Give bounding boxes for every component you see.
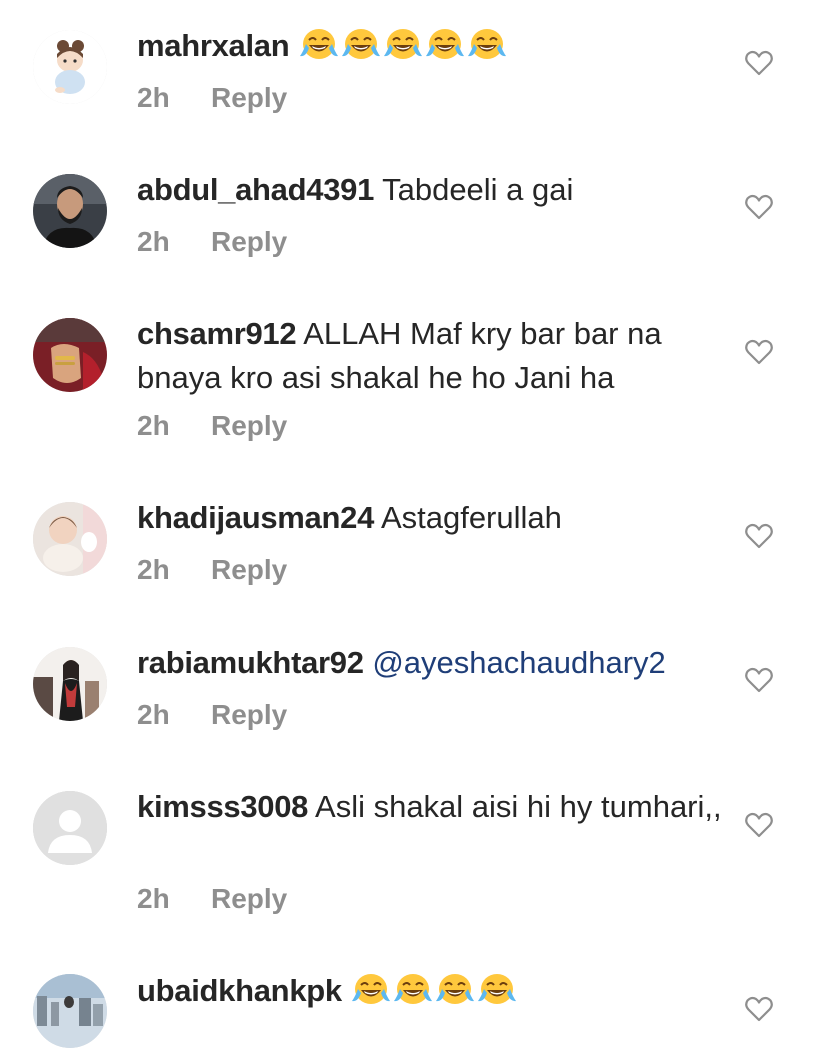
face-with-tears-of-joy-icon	[434, 971, 476, 1007]
comment-username[interactable]: rabiamukhtar92	[137, 645, 364, 680]
face-with-tears-of-joy-icon	[424, 26, 466, 62]
comment-text: ubaidkhankpk	[137, 969, 727, 1013]
default-user-avatar-icon	[33, 791, 107, 865]
comment-body: Asli shakal aisi hi hy tumhari,,	[315, 789, 722, 824]
comment-text: chsamr912 ALLAH Maf kry bar bar na bnaya…	[137, 312, 727, 400]
reply-button[interactable]: Reply	[211, 226, 287, 258]
reply-button[interactable]: Reply	[211, 883, 287, 915]
user-avatar[interactable]	[33, 174, 107, 248]
heart-outline-icon[interactable]	[745, 667, 773, 693]
comment-username[interactable]: khadijausman24	[137, 500, 374, 535]
emoji-row	[298, 28, 508, 63]
reply-button[interactable]: Reply	[211, 410, 287, 442]
man-photo-avatar-icon	[33, 174, 107, 248]
comment-timestamp: 2h	[137, 699, 170, 730]
comment-timestamp: 2h	[137, 554, 170, 585]
comment-username[interactable]: mahrxalan	[137, 28, 290, 63]
heart-outline-icon[interactable]	[745, 194, 773, 220]
heart-outline-icon[interactable]	[745, 523, 773, 549]
woman-photo-avatar-icon	[33, 647, 107, 721]
comment-timestamp: 2h	[137, 82, 170, 113]
baby-photo-avatar-icon	[33, 502, 107, 576]
face-with-tears-of-joy-icon	[298, 26, 340, 62]
heart-outline-icon[interactable]	[745, 339, 773, 365]
face-with-tears-of-joy-icon	[476, 971, 518, 1007]
comment-meta: 2h Reply	[137, 883, 287, 915]
heart-outline-icon[interactable]	[745, 996, 773, 1022]
comment-username[interactable]: ubaidkhankpk	[137, 973, 342, 1008]
comment-username[interactable]: kimsss3008	[137, 789, 308, 824]
reply-button[interactable]: Reply	[211, 82, 287, 114]
comment-timestamp: 2h	[137, 410, 170, 441]
user-avatar[interactable]	[33, 647, 107, 721]
comment-meta: 2h Reply	[137, 226, 287, 258]
comment-meta: 2h Reply	[137, 554, 287, 586]
comment-text: mahrxalan	[137, 24, 727, 68]
face-with-tears-of-joy-icon	[340, 26, 382, 62]
cartoon-baby-avatar-icon	[33, 30, 107, 104]
user-mention-link[interactable]: @ayeshachaudhary2	[372, 645, 665, 680]
comment-meta: 2h Reply	[137, 410, 287, 442]
user-avatar[interactable]	[33, 502, 107, 576]
comment-meta: 2h Reply	[137, 699, 287, 731]
face-with-tears-of-joy-icon	[392, 971, 434, 1007]
comment-body: Tabdeeli a gai	[382, 172, 574, 207]
heart-outline-icon[interactable]	[745, 50, 773, 76]
comment-meta: 2h Reply	[137, 82, 287, 114]
comment-timestamp: 2h	[137, 883, 170, 914]
heart-outline-icon[interactable]	[745, 812, 773, 838]
face-with-tears-of-joy-icon	[466, 26, 508, 62]
comment-text: khadijausman24 Astagferullah	[137, 496, 727, 540]
user-avatar[interactable]	[33, 318, 107, 392]
comment-timestamp: 2h	[137, 226, 170, 257]
hand-photo-avatar-icon	[33, 318, 107, 392]
emoji-row	[350, 973, 518, 1008]
comment-username[interactable]: chsamr912	[137, 316, 297, 351]
face-with-tears-of-joy-icon	[350, 971, 392, 1007]
street-photo-avatar-icon	[33, 974, 107, 1048]
comment-text: kimsss3008 Asli shakal aisi hi hy tumhar…	[137, 785, 727, 829]
user-avatar[interactable]	[33, 30, 107, 104]
reply-button[interactable]: Reply	[211, 554, 287, 586]
comment-text: rabiamukhtar92 @ayeshachaudhary2	[137, 641, 727, 685]
face-with-tears-of-joy-icon	[382, 26, 424, 62]
comment-body: Astagferullah	[380, 500, 562, 535]
user-avatar[interactable]	[33, 974, 107, 1048]
comment-text: abdul_ahad4391 Tabdeeli a gai	[137, 168, 727, 212]
reply-button[interactable]: Reply	[211, 699, 287, 731]
user-avatar[interactable]	[33, 791, 107, 865]
comment-username[interactable]: abdul_ahad4391	[137, 172, 374, 207]
